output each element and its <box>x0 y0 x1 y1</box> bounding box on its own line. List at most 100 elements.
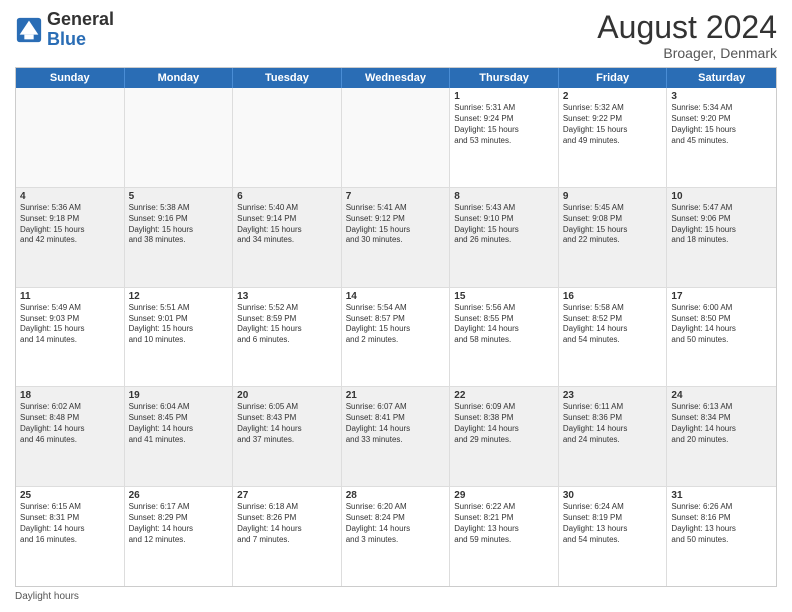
day-info: Sunrise: 5:41 AM Sunset: 9:12 PM Dayligh… <box>346 203 446 246</box>
calendar-cell: 3Sunrise: 5:34 AM Sunset: 9:20 PM Daylig… <box>667 88 776 187</box>
day-info: Sunrise: 5:34 AM Sunset: 9:20 PM Dayligh… <box>671 103 772 146</box>
calendar-header-cell: Friday <box>559 68 668 88</box>
calendar-cell: 15Sunrise: 5:56 AM Sunset: 8:55 PM Dayli… <box>450 288 559 387</box>
location: Broager, Denmark <box>597 45 777 61</box>
day-info: Sunrise: 6:18 AM Sunset: 8:26 PM Dayligh… <box>237 502 337 545</box>
calendar-cell: 19Sunrise: 6:04 AM Sunset: 8:45 PM Dayli… <box>125 387 234 486</box>
day-info: Sunrise: 6:15 AM Sunset: 8:31 PM Dayligh… <box>20 502 120 545</box>
day-info: Sunrise: 6:13 AM Sunset: 8:34 PM Dayligh… <box>671 402 772 445</box>
day-number: 12 <box>129 291 229 302</box>
calendar-cell: 6Sunrise: 5:40 AM Sunset: 9:14 PM Daylig… <box>233 188 342 287</box>
calendar-cell: 17Sunrise: 6:00 AM Sunset: 8:50 PM Dayli… <box>667 288 776 387</box>
calendar-cell: 31Sunrise: 6:26 AM Sunset: 8:16 PM Dayli… <box>667 487 776 586</box>
calendar-header-cell: Tuesday <box>233 68 342 88</box>
calendar-cell: 29Sunrise: 6:22 AM Sunset: 8:21 PM Dayli… <box>450 487 559 586</box>
day-number: 31 <box>671 490 772 501</box>
day-info: Sunrise: 5:31 AM Sunset: 9:24 PM Dayligh… <box>454 103 554 146</box>
logo-blue: Blue <box>47 29 86 49</box>
month-year: August 2024 <box>597 10 777 45</box>
day-info: Sunrise: 5:45 AM Sunset: 9:08 PM Dayligh… <box>563 203 663 246</box>
logo-icon <box>15 16 43 44</box>
calendar-cell: 5Sunrise: 5:38 AM Sunset: 9:16 PM Daylig… <box>125 188 234 287</box>
logo: General Blue <box>15 10 114 50</box>
calendar-cell: 8Sunrise: 5:43 AM Sunset: 9:10 PM Daylig… <box>450 188 559 287</box>
day-number: 21 <box>346 390 446 401</box>
day-number: 23 <box>563 390 663 401</box>
day-number: 25 <box>20 490 120 501</box>
calendar-cell: 12Sunrise: 5:51 AM Sunset: 9:01 PM Dayli… <box>125 288 234 387</box>
day-number: 6 <box>237 191 337 202</box>
day-number: 7 <box>346 191 446 202</box>
calendar-cell: 4Sunrise: 5:36 AM Sunset: 9:18 PM Daylig… <box>16 188 125 287</box>
calendar-row: 18Sunrise: 6:02 AM Sunset: 8:48 PM Dayli… <box>16 387 776 487</box>
day-number: 10 <box>671 191 772 202</box>
day-number: 4 <box>20 191 120 202</box>
calendar-header-cell: Wednesday <box>342 68 451 88</box>
calendar-body: 1Sunrise: 5:31 AM Sunset: 9:24 PM Daylig… <box>16 88 776 586</box>
calendar-row: 1Sunrise: 5:31 AM Sunset: 9:24 PM Daylig… <box>16 88 776 188</box>
day-info: Sunrise: 6:20 AM Sunset: 8:24 PM Dayligh… <box>346 502 446 545</box>
day-info: Sunrise: 6:24 AM Sunset: 8:19 PM Dayligh… <box>563 502 663 545</box>
day-info: Sunrise: 6:02 AM Sunset: 8:48 PM Dayligh… <box>20 402 120 445</box>
calendar-row: 25Sunrise: 6:15 AM Sunset: 8:31 PM Dayli… <box>16 487 776 586</box>
day-number: 2 <box>563 91 663 102</box>
calendar-cell: 16Sunrise: 5:58 AM Sunset: 8:52 PM Dayli… <box>559 288 668 387</box>
day-info: Sunrise: 6:26 AM Sunset: 8:16 PM Dayligh… <box>671 502 772 545</box>
calendar-cell <box>342 88 451 187</box>
day-info: Sunrise: 6:05 AM Sunset: 8:43 PM Dayligh… <box>237 402 337 445</box>
calendar-header-cell: Sunday <box>16 68 125 88</box>
calendar-cell: 28Sunrise: 6:20 AM Sunset: 8:24 PM Dayli… <box>342 487 451 586</box>
day-number: 11 <box>20 291 120 302</box>
calendar-header-cell: Thursday <box>450 68 559 88</box>
day-info: Sunrise: 5:40 AM Sunset: 9:14 PM Dayligh… <box>237 203 337 246</box>
day-number: 18 <box>20 390 120 401</box>
logo-general: General <box>47 9 114 29</box>
day-info: Sunrise: 5:58 AM Sunset: 8:52 PM Dayligh… <box>563 303 663 346</box>
day-number: 28 <box>346 490 446 501</box>
day-number: 30 <box>563 490 663 501</box>
header: General Blue August 2024 Broager, Denmar… <box>15 10 777 61</box>
day-number: 27 <box>237 490 337 501</box>
day-info: Sunrise: 6:04 AM Sunset: 8:45 PM Dayligh… <box>129 402 229 445</box>
day-number: 26 <box>129 490 229 501</box>
day-info: Sunrise: 6:22 AM Sunset: 8:21 PM Dayligh… <box>454 502 554 545</box>
day-info: Sunrise: 6:17 AM Sunset: 8:29 PM Dayligh… <box>129 502 229 545</box>
calendar-cell: 18Sunrise: 6:02 AM Sunset: 8:48 PM Dayli… <box>16 387 125 486</box>
calendar-cell <box>125 88 234 187</box>
day-info: Sunrise: 6:00 AM Sunset: 8:50 PM Dayligh… <box>671 303 772 346</box>
day-info: Sunrise: 6:07 AM Sunset: 8:41 PM Dayligh… <box>346 402 446 445</box>
calendar-cell: 2Sunrise: 5:32 AM Sunset: 9:22 PM Daylig… <box>559 88 668 187</box>
day-number: 29 <box>454 490 554 501</box>
footer: Daylight hours <box>15 591 777 602</box>
calendar-cell: 14Sunrise: 5:54 AM Sunset: 8:57 PM Dayli… <box>342 288 451 387</box>
calendar-cell: 25Sunrise: 6:15 AM Sunset: 8:31 PM Dayli… <box>16 487 125 586</box>
day-number: 14 <box>346 291 446 302</box>
day-number: 15 <box>454 291 554 302</box>
day-number: 3 <box>671 91 772 102</box>
calendar-cell <box>16 88 125 187</box>
calendar-cell <box>233 88 342 187</box>
calendar-cell: 22Sunrise: 6:09 AM Sunset: 8:38 PM Dayli… <box>450 387 559 486</box>
footer-label: Daylight hours <box>15 591 79 602</box>
day-number: 19 <box>129 390 229 401</box>
calendar-cell: 23Sunrise: 6:11 AM Sunset: 8:36 PM Dayli… <box>559 387 668 486</box>
page: General Blue August 2024 Broager, Denmar… <box>0 0 792 612</box>
calendar-cell: 9Sunrise: 5:45 AM Sunset: 9:08 PM Daylig… <box>559 188 668 287</box>
day-info: Sunrise: 5:32 AM Sunset: 9:22 PM Dayligh… <box>563 103 663 146</box>
calendar-cell: 10Sunrise: 5:47 AM Sunset: 9:06 PM Dayli… <box>667 188 776 287</box>
calendar-header-cell: Saturday <box>667 68 776 88</box>
day-number: 17 <box>671 291 772 302</box>
day-info: Sunrise: 5:51 AM Sunset: 9:01 PM Dayligh… <box>129 303 229 346</box>
day-info: Sunrise: 5:36 AM Sunset: 9:18 PM Dayligh… <box>20 203 120 246</box>
day-info: Sunrise: 5:54 AM Sunset: 8:57 PM Dayligh… <box>346 303 446 346</box>
day-number: 8 <box>454 191 554 202</box>
calendar-cell: 1Sunrise: 5:31 AM Sunset: 9:24 PM Daylig… <box>450 88 559 187</box>
day-info: Sunrise: 5:52 AM Sunset: 8:59 PM Dayligh… <box>237 303 337 346</box>
day-number: 20 <box>237 390 337 401</box>
calendar: SundayMondayTuesdayWednesdayThursdayFrid… <box>15 67 777 587</box>
calendar-cell: 27Sunrise: 6:18 AM Sunset: 8:26 PM Dayli… <box>233 487 342 586</box>
calendar-cell: 13Sunrise: 5:52 AM Sunset: 8:59 PM Dayli… <box>233 288 342 387</box>
day-number: 24 <box>671 390 772 401</box>
day-info: Sunrise: 5:49 AM Sunset: 9:03 PM Dayligh… <box>20 303 120 346</box>
day-info: Sunrise: 5:47 AM Sunset: 9:06 PM Dayligh… <box>671 203 772 246</box>
